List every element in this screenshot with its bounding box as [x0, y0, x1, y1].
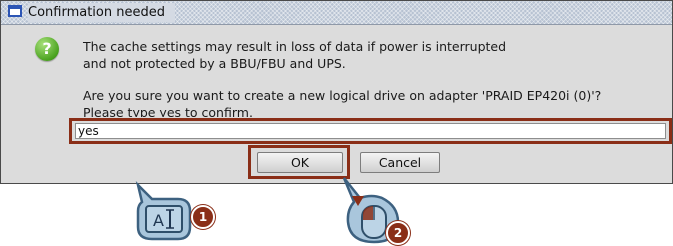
warning-message: The cache settings may result in loss of… — [83, 38, 672, 72]
keyboard-label: A — [153, 211, 164, 230]
step-badge-2: 2 — [386, 221, 410, 245]
question-line: Please type yes to confirm. — [83, 105, 253, 117]
confirmation-question: Are you sure you want to create a new lo… — [83, 87, 672, 117]
confirmation-dialog: Confirmation needed ? The cache settings… — [0, 0, 673, 184]
question-icon: ? — [35, 37, 59, 61]
dialog-title: Confirmation needed — [28, 3, 175, 22]
step-badge-1: 1 — [191, 205, 215, 229]
message-line: The cache settings may result in loss of… — [83, 39, 507, 54]
message-line: and not protected by a BBU/FBU and UPS. — [83, 56, 346, 71]
confirm-text-input[interactable] — [75, 123, 666, 139]
cancel-button[interactable]: Cancel — [360, 152, 440, 173]
text-input-callout: A — [135, 181, 192, 241]
text-input-icon — [145, 205, 183, 233]
input-highlight-frame — [69, 118, 672, 144]
window-icon — [8, 5, 22, 17]
question-line: Are you sure you want to create a new lo… — [83, 88, 602, 103]
ok-button[interactable]: OK — [257, 152, 343, 173]
title-bar: Confirmation needed — [1, 1, 672, 25]
